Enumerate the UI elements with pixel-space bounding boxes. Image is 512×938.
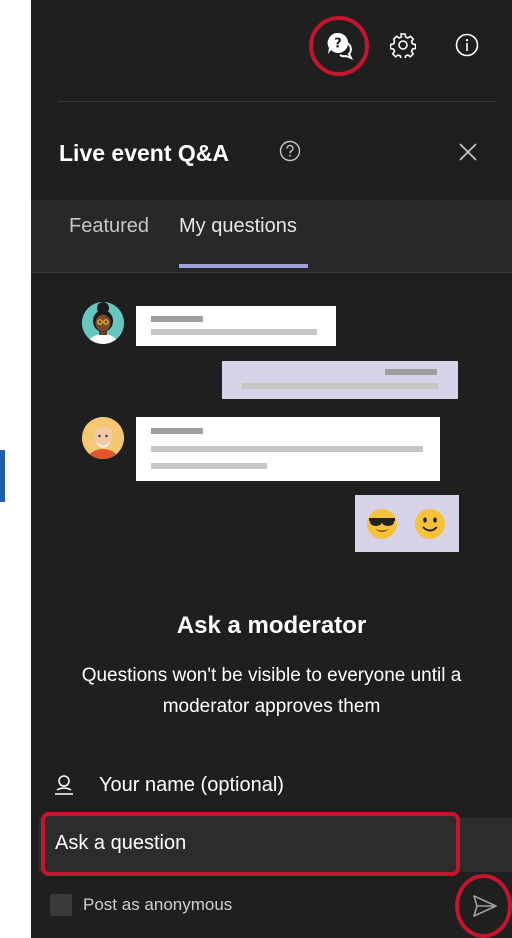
incoming-bubble-1 — [136, 306, 336, 346]
cool-emoji-icon — [367, 509, 397, 539]
name-input[interactable]: Your name (optional) — [99, 774, 284, 797]
avatar-man-icon — [82, 417, 124, 459]
anonymous-label: Post as anonymous — [83, 895, 233, 914]
help-icon[interactable] — [279, 140, 301, 162]
empty-state-title: Ask a moderator — [176, 612, 367, 639]
avatar-woman-icon — [82, 302, 124, 344]
info-icon[interactable] — [452, 30, 482, 60]
empty-state-description: Questions won't be visible to everyone u… — [81, 665, 462, 717]
anonymous-checkbox[interactable] — [50, 894, 72, 916]
panel-title: Live event Q&A — [59, 140, 229, 166]
outgoing-emoji-bubble — [355, 495, 459, 552]
highlight-ring-send — [455, 874, 512, 938]
outgoing-bubble-1 — [222, 361, 458, 399]
qa-panel: ? Live event Q&A Featured My questions A… — [31, 0, 512, 938]
smile-emoji-icon — [415, 509, 445, 539]
panel-toolbar: ? — [31, 0, 512, 100]
panel-header: Live event Q&A — [31, 102, 512, 200]
close-icon[interactable] — [456, 140, 480, 164]
person-icon — [53, 774, 75, 798]
left-edge-accent — [0, 450, 5, 502]
gear-icon[interactable] — [388, 30, 418, 60]
qa-tabs: Featured My questions — [31, 200, 512, 273]
highlight-ring-qa — [309, 16, 369, 76]
chat-illustration — [31, 273, 512, 593]
incoming-bubble-2 — [136, 417, 440, 481]
question-placeholder: Ask a question — [55, 832, 187, 854]
tab-my-questions[interactable]: My questions — [179, 215, 297, 238]
tab-featured[interactable]: Featured — [69, 215, 149, 238]
active-tab-indicator — [179, 264, 308, 268]
